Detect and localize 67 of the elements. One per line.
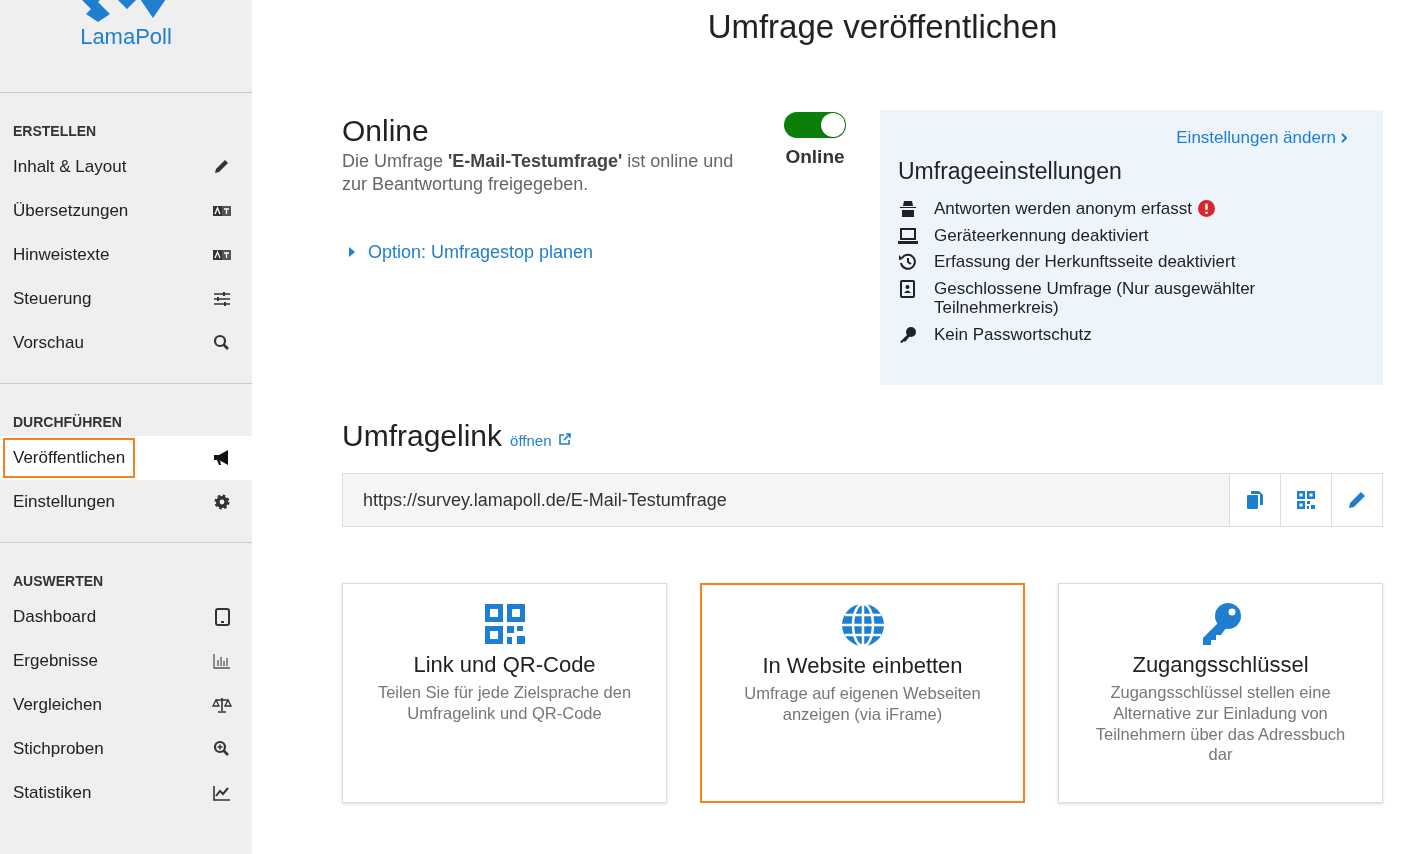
settings-icon [212, 493, 232, 511]
section-heading: DURCHFÜHREN [12, 414, 123, 430]
external-link-icon [557, 433, 571, 447]
setting-text: Kein Passwortschutz [934, 324, 1092, 345]
toggle-label: Online [785, 146, 845, 168]
settings-heading: Umfrageeinstellungen [898, 158, 1123, 185]
sidebar-item[interactable]: Übersetzungen [0, 189, 252, 233]
sidebar-item-label: Einstellungen [12, 491, 117, 513]
laptop-icon [898, 226, 918, 245]
schedule-stop-link[interactable]: Option: Umfragestop planen [368, 241, 594, 263]
sidebar-item-label: Inhalt & Layout [12, 156, 128, 178]
sidebar-item-label: Statistiken [12, 782, 93, 804]
card-title: In Website einbetten [762, 653, 963, 680]
sidebar-item[interactable]: Inhalt & Layout [0, 145, 252, 189]
globe-icon [840, 603, 885, 648]
caret-icon [348, 247, 356, 258]
sidebar-item-label: Stichproben [12, 738, 105, 760]
sidebar-item-label: Ergebnisse [12, 650, 100, 672]
sidebar-item-label: Steuerung [12, 288, 93, 310]
setting-text: Antworten werden anonym erfasst [934, 199, 1192, 219]
sidebar-item[interactable]: Stichproben [0, 727, 252, 771]
page-title: Umfrage veröffentlichen [706, 8, 1059, 46]
sidebar-item-label: Vorschau [12, 332, 85, 354]
line-chart-icon [212, 784, 232, 802]
key-icon [898, 325, 918, 344]
scale-icon [212, 696, 232, 714]
history-icon [898, 253, 918, 272]
sidebar-item-label: Vergleichen [12, 694, 103, 716]
sidebar-item[interactable]: Dashboard [0, 595, 252, 639]
sidebar-item[interactable]: Hinweistexte [0, 233, 252, 277]
setting-text: Geräteerkennung deaktiviert [934, 225, 1149, 246]
logo-text: LamaPoll [80, 24, 172, 50]
option-card[interactable]: Zugangsschlüssel Zugangsschlüssel stellen eine Alternative zur Einladung von Teilnehmern über das Adressbuch dar [1058, 583, 1383, 804]
status-heading: Online [342, 114, 430, 148]
bar-chart-icon [212, 652, 232, 670]
sidebar-item-label: Veröffentlichen [3, 438, 136, 478]
card-title: Zugangsschlüssel [1132, 652, 1309, 679]
sidebar-item-label: Übersetzungen [12, 200, 130, 222]
sidebar-item-label: Hinweistexte [12, 244, 111, 266]
card-title: Link und QR-Code [413, 652, 596, 679]
sliders-icon [212, 290, 232, 308]
sidebar-item-label: Dashboard [12, 606, 98, 628]
section-heading: AUSWERTEN [12, 573, 105, 589]
online-toggle[interactable] [784, 112, 846, 138]
status-description: Die Umfrage 'E-Mail-Testumfrage' ist online und zur Beantwortung freigegeben. [342, 150, 735, 197]
setting-text: Erfassung der Herkunftsseite deaktiviert [934, 252, 1236, 272]
qr-code-icon [482, 602, 527, 647]
option-card[interactable]: In Website einbetten Umfrage auf eigenen Webseiten anzeigen (via iFrame) [700, 583, 1025, 804]
sidebar-item[interactable]: Statistiken [0, 771, 252, 815]
open-link[interactable]: öffnen [510, 432, 552, 450]
setting-text: Geschlossene Umfrage (Nur ausgewählter Teilnehmerkreis) [934, 278, 1257, 318]
card-description: Teilen Sie für jede Zielsprache den Umfragelink und QR-Code [376, 682, 633, 724]
contact-card-icon [898, 279, 918, 298]
sidebar-item[interactable]: Vorschau [0, 321, 252, 365]
card-description: Zugangsschlüssel stellen eine Alternative zur Einladung von Teilnehmern über das Adressbuch dar [1094, 682, 1347, 765]
section-heading: ERSTELLEN [12, 123, 98, 139]
option-card[interactable]: Link und QR-Code Teilen Sie für jede Zielsprache den Umfragelink und QR-Code [342, 583, 667, 804]
sidebar-item[interactable]: Steuerung [0, 277, 252, 321]
tablet-icon [212, 608, 232, 626]
card-description: Umfrage auf eigenen Webseiten anzeigen (via iFrame) [743, 683, 982, 725]
sidebar-item[interactable]: Veröffentlichen [0, 436, 252, 480]
chevron-icon [1341, 133, 1347, 143]
sidebar-item[interactable]: Einstellungen [0, 480, 252, 524]
survey-link-heading: Umfragelink [342, 419, 503, 454]
edit-settings-link[interactable]: Einstellungen ändern [1176, 128, 1336, 148]
sidebar-item[interactable]: Ergebnisse [0, 639, 252, 683]
sidebar-item[interactable]: Vergleichen [0, 683, 252, 727]
